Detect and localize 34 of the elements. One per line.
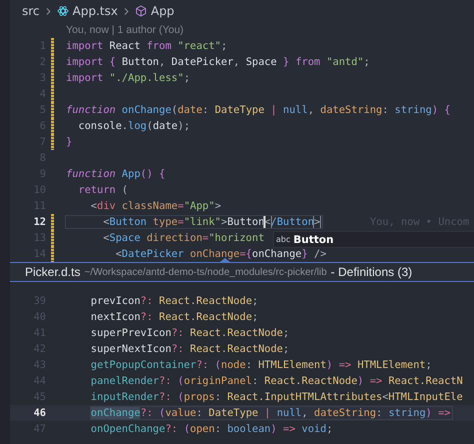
code-line: function App() { [66, 168, 166, 180]
cube-icon [134, 5, 147, 17]
code-line: function onChange(date: DateType | null, dateString: string) { [66, 104, 452, 116]
code-line: nextIcon?: React.ReactNode; [90, 311, 260, 323]
code-line: superPrevIcon?: React.ReactNode; [90, 327, 290, 339]
code-line: onChange?: (value: DateType | null, dateString: string) => [90, 407, 452, 419]
code-line: panelRender?: (originPanel: React.ReactNode) => React.ReactN [90, 375, 464, 387]
code-line: <Space direction="horizont [102, 232, 266, 244]
breadcrumb-item[interactable]: App.tsx [72, 4, 118, 18]
peek-file-name: Picker.d.ts [25, 265, 80, 279]
breadcrumb-item[interactable]: src [22, 4, 40, 18]
suggestion-item[interactable]: abc Button [273, 231, 474, 248]
peek-file-path: ~/Workspace/antd-demo-ts/node_modules/rc-picker/lib [84, 266, 327, 278]
code-line: return ( [77, 184, 129, 196]
code-line: } [66, 136, 74, 148]
code-line: inputRender?: (props: React.InputHTMLAttributes<HTMLInputEle [90, 391, 464, 403]
breadcrumb-item[interactable]: App [150, 4, 174, 18]
text-kind-label: abc [276, 235, 290, 244]
code-line: console.log(date); [77, 120, 192, 132]
peek-title: - Definitions (3) [330, 265, 412, 279]
line-number: 46 [32, 407, 46, 419]
blame-annotation[interactable]: You, now | 1 author (You) [66, 24, 184, 36]
code-line: import { Button, DatePicker, Space } from "antd"; [66, 56, 371, 68]
code-line: superNextIcon?: React.ReactNode; [90, 343, 290, 355]
suggestion-label: Button [293, 234, 334, 246]
code-line: import React from "react"; [66, 40, 228, 52]
code-line: prevIcon?: React.ReactNode; [90, 295, 260, 307]
line-number: 12 [32, 216, 46, 228]
code-line: <div className="App"> [90, 200, 222, 212]
react-atom-icon [56, 5, 69, 17]
code-line: <DatePicker onChange={onChange} /> [114, 248, 328, 260]
code-line: onOpenChange?: (open: boolean) => void; [90, 423, 334, 435]
code-line: getPopupContainer?: (node: HTMLElement) => HTMLElement; [90, 359, 433, 371]
code-line: import "./App.less"; [66, 72, 192, 84]
